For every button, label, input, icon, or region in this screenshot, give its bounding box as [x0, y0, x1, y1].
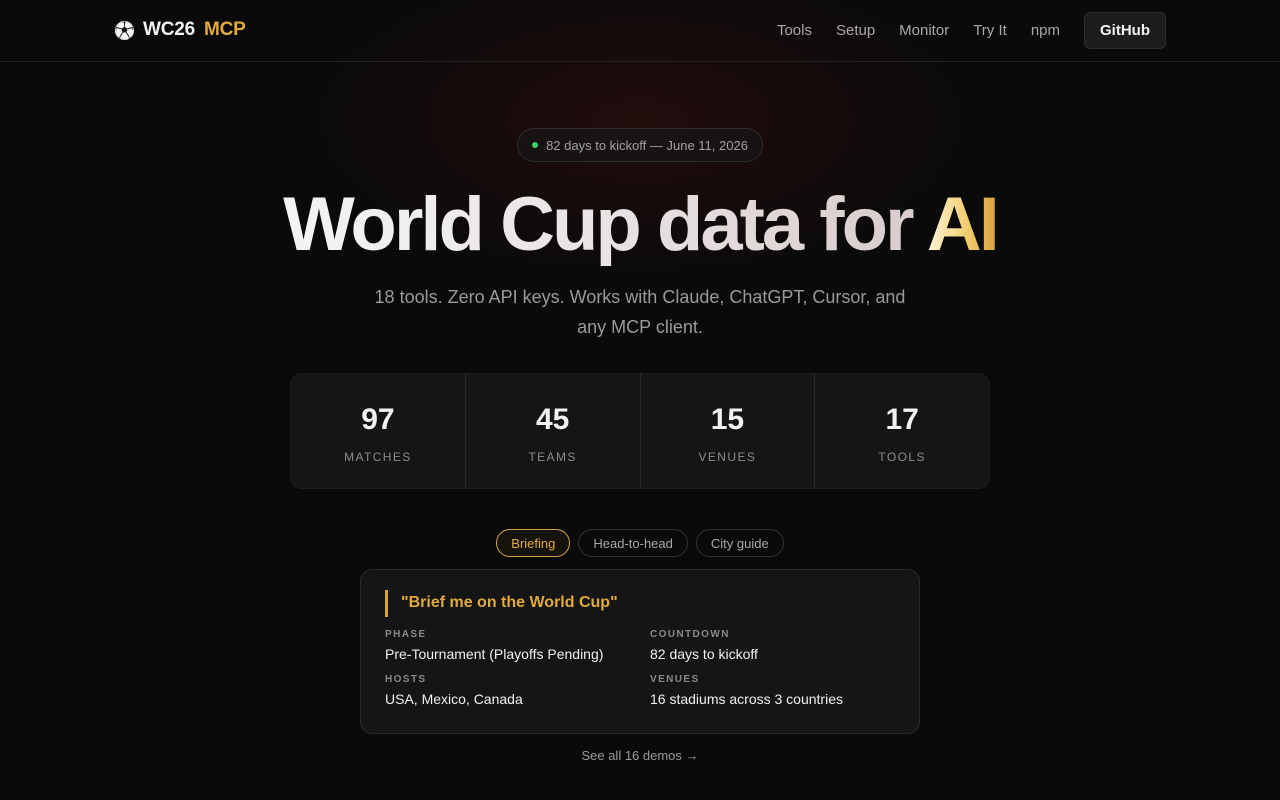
- demo-prompt: "Brief me on the World Cup": [385, 590, 618, 617]
- stats-panel: 97 MATCHES 45 TEAMS 15 VENUES 17 TOOLS: [290, 373, 990, 489]
- nav-link-try-it[interactable]: Try It: [973, 22, 1007, 39]
- nav-links: Tools Setup Monitor Try It npm GitHub: [777, 12, 1166, 49]
- stat-tools: 17 TOOLS: [815, 374, 989, 488]
- field-key: VENUES: [650, 674, 700, 685]
- page: WC26 MCP Tools Setup Monitor Try It npm …: [0, 0, 1280, 800]
- countdown-pill: 82 days to kickoff — June 11, 2026: [517, 128, 763, 162]
- page-title: World Cup data for AI: [0, 180, 1280, 270]
- nav-link-monitor[interactable]: Monitor: [899, 22, 949, 39]
- nav-link-npm[interactable]: npm: [1031, 22, 1060, 39]
- stat-label: TEAMS: [528, 450, 577, 464]
- field-value: USA, Mexico, Canada: [385, 691, 523, 707]
- countdown-text: 82 days to kickoff — June 11, 2026: [546, 137, 748, 153]
- stat-matches: 97 MATCHES: [291, 374, 466, 488]
- stat-label: MATCHES: [344, 450, 412, 464]
- field-key: HOSTS: [385, 674, 427, 685]
- demo-tabs: Briefing Head-to-head City guide: [0, 529, 1280, 557]
- top-nav: WC26 MCP Tools Setup Monitor Try It npm …: [0, 0, 1280, 62]
- stat-label: VENUES: [698, 450, 757, 464]
- stat-value: 15: [710, 403, 745, 436]
- tab-briefing[interactable]: Briefing: [496, 529, 571, 557]
- tab-head-to-head[interactable]: Head-to-head: [578, 529, 688, 557]
- field-phase: PHASE Pre-Tournament (Playoffs Pending): [385, 629, 603, 662]
- stat-value: 17: [885, 403, 919, 436]
- hero-subtitle: 18 tools. Zero API keys. Works with Clau…: [374, 287, 906, 337]
- field-venues: VENUES 16 stadiums across 3 countries: [650, 674, 843, 707]
- field-hosts: HOSTS USA, Mexico, Canada: [385, 674, 523, 707]
- nav-link-setup[interactable]: Setup: [836, 22, 875, 39]
- brand-logo[interactable]: WC26 MCP: [114, 19, 246, 41]
- tab-city-guide[interactable]: City guide: [695, 529, 784, 557]
- stat-venues: 15 VENUES: [641, 374, 816, 488]
- nav-link-tools[interactable]: Tools: [777, 22, 812, 39]
- field-value: Pre-Tournament (Playoffs Pending): [385, 646, 604, 662]
- demo-card: "Brief me on the World Cup" PHASE Pre-To…: [360, 569, 920, 734]
- headline-accent: AI: [926, 182, 1000, 267]
- soccer-ball-icon: [114, 20, 135, 40]
- field-value: 82 days to kickoff: [650, 646, 758, 662]
- field-countdown: COUNTDOWN 82 days to kickoff: [650, 629, 758, 662]
- stat-value: 97: [361, 403, 395, 436]
- status-dot-icon: [532, 142, 539, 148]
- github-button[interactable]: GitHub: [1084, 12, 1166, 49]
- brand-name: WC26: [143, 19, 195, 40]
- stat-value: 45: [535, 403, 570, 436]
- field-key: COUNTDOWN: [650, 629, 730, 640]
- field-key: PHASE: [385, 629, 427, 640]
- see-all-demos-link[interactable]: See all 16 demos →: [0, 748, 1280, 763]
- stat-label: TOOLS: [878, 450, 926, 464]
- field-value: 16 stadiums across 3 countries: [650, 691, 843, 707]
- brand-accent: MCP: [204, 19, 246, 40]
- headline-main: World Cup data for: [283, 182, 927, 267]
- stat-teams: 45 TEAMS: [466, 374, 641, 488]
